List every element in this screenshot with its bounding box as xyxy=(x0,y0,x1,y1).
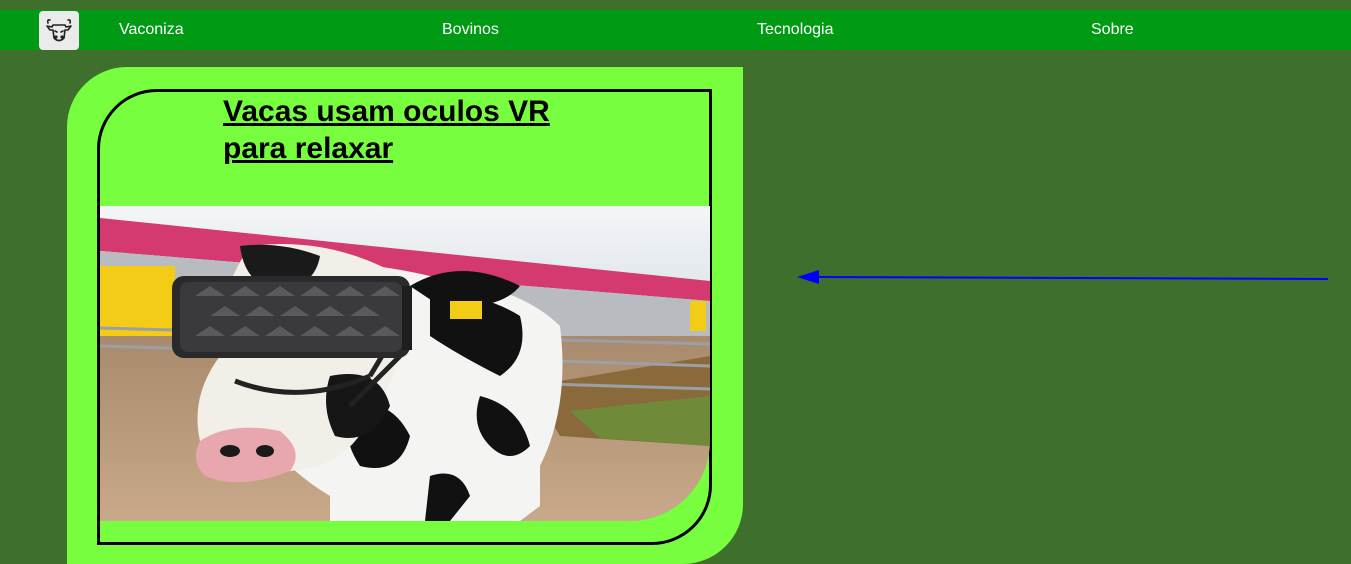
nav-link-tecnologia[interactable]: Tecnologia xyxy=(757,20,834,40)
article-image[interactable] xyxy=(100,206,710,521)
cow-head-icon xyxy=(46,18,72,41)
arrow-left-icon xyxy=(797,270,1329,284)
logo-button[interactable] xyxy=(39,11,79,50)
article-title-link[interactable]: Vacas usam oculos VR para relaxar xyxy=(223,93,603,167)
nav-link-vaconiza[interactable]: Vaconiza xyxy=(119,20,184,40)
nav-link-sobre[interactable]: Sobre xyxy=(1091,20,1134,40)
cow-vr-illustration xyxy=(100,206,710,521)
top-nav-bar: Vaconiza Bovinos Tecnologia Sobre xyxy=(0,10,1351,50)
nav-link-bovinos[interactable]: Bovinos xyxy=(442,20,499,40)
